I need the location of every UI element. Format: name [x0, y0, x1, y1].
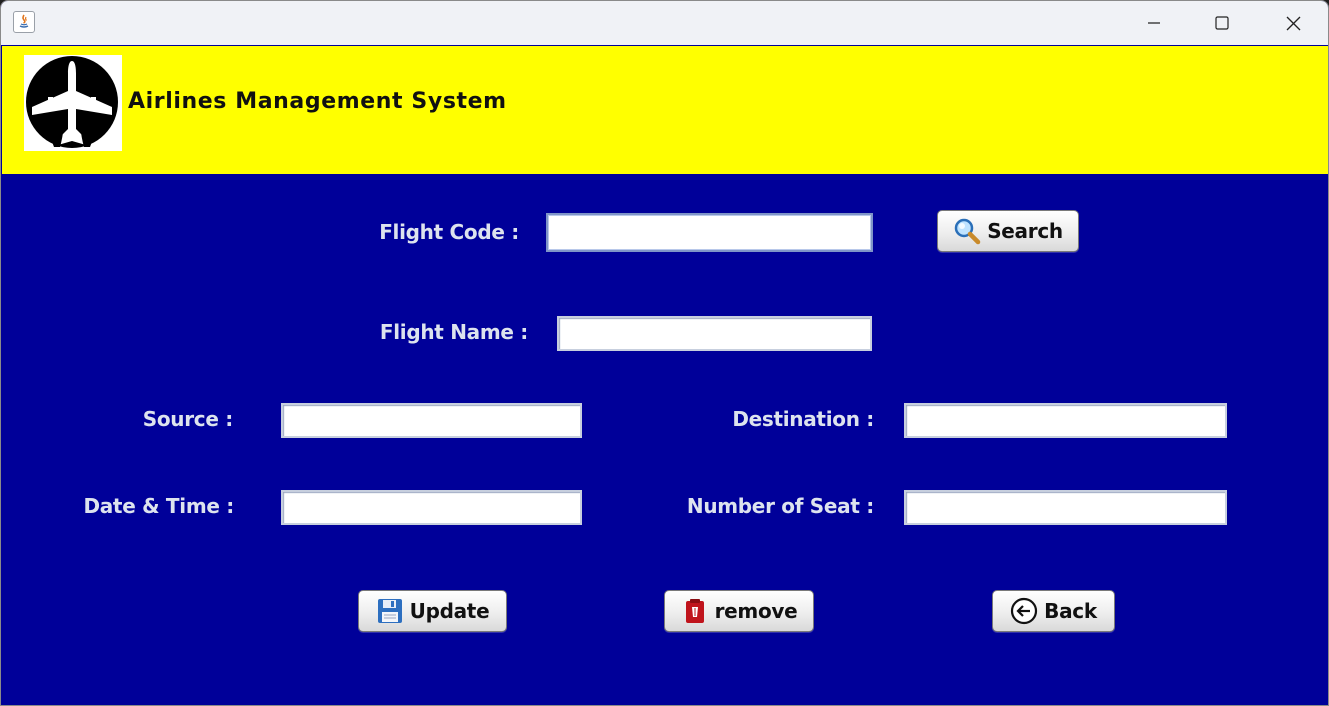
update-button-label: Update	[409, 599, 490, 623]
airplane-logo-icon	[24, 55, 122, 151]
source-input[interactable]	[281, 403, 582, 438]
date-time-input[interactable]	[281, 490, 582, 525]
number-of-seat-label: Number of Seat :	[686, 494, 874, 518]
close-button[interactable]	[1257, 1, 1327, 45]
back-arrow-icon	[1010, 597, 1038, 625]
search-button[interactable]: Search	[937, 210, 1079, 252]
minimize-button[interactable]	[1118, 1, 1188, 45]
remove-button-label: remove	[714, 599, 798, 623]
back-button[interactable]: Back	[992, 590, 1115, 632]
floppy-disk-icon	[376, 597, 404, 625]
app-header: Airlines Management System	[2, 46, 1328, 174]
flight-code-input[interactable]	[546, 213, 873, 252]
maximize-button[interactable]	[1187, 1, 1257, 45]
trash-icon	[681, 597, 709, 625]
app-window: Airlines Management System Flight Code :…	[0, 0, 1329, 706]
back-button-label: Back	[1044, 599, 1097, 623]
number-of-seat-input[interactable]	[904, 490, 1227, 525]
flight-code-label: Flight Code :	[379, 220, 519, 244]
magnifier-icon	[953, 217, 981, 245]
date-time-label: Date & Time :	[83, 494, 234, 518]
search-button-label: Search	[987, 219, 1063, 243]
flight-name-label: Flight Name :	[379, 320, 528, 344]
remove-button[interactable]: remove	[664, 590, 814, 632]
java-app-icon	[13, 11, 35, 33]
flight-name-input[interactable]	[557, 316, 872, 351]
title-bar	[1, 1, 1328, 45]
source-label: Source :	[142, 407, 234, 431]
update-button[interactable]: Update	[358, 590, 507, 632]
destination-label: Destination :	[732, 407, 874, 431]
destination-input[interactable]	[904, 403, 1227, 438]
app-title: Airlines Management System	[128, 89, 507, 114]
